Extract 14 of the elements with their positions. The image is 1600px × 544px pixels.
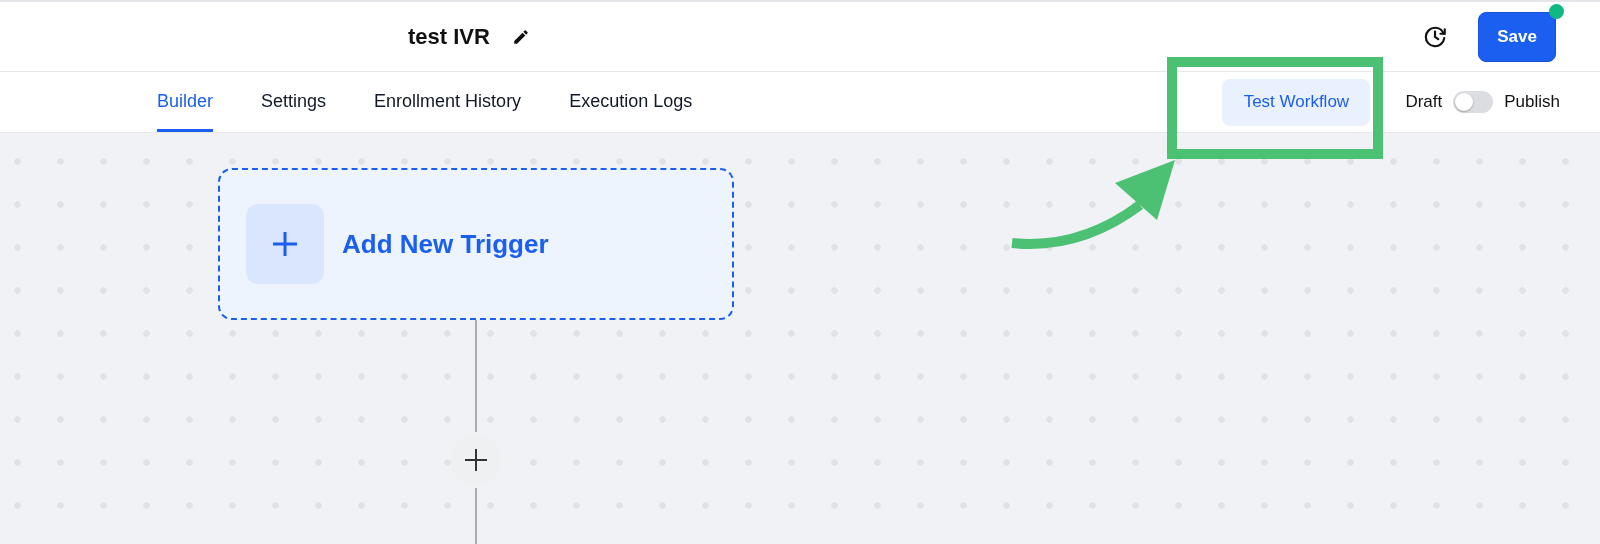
tab[interactable]: Enrollment History xyxy=(374,72,522,132)
add-trigger-card[interactable]: Add New Trigger xyxy=(218,168,734,320)
publish-label: Publish xyxy=(1504,92,1560,112)
tab[interactable]: Settings xyxy=(261,72,327,132)
test-workflow-button[interactable]: Test Workflow xyxy=(1222,78,1371,126)
publish-toggle[interactable] xyxy=(1453,91,1494,113)
workflow-title: test IVR xyxy=(408,23,490,50)
plus-icon xyxy=(464,448,488,472)
edit-icon[interactable] xyxy=(511,27,530,46)
tab[interactable]: Execution Logs xyxy=(569,72,693,132)
plus-icon xyxy=(246,204,324,284)
trigger-label: Add New Trigger xyxy=(342,228,549,260)
save-button[interactable]: Save xyxy=(1478,11,1556,62)
draft-label: Draft xyxy=(1405,92,1443,112)
